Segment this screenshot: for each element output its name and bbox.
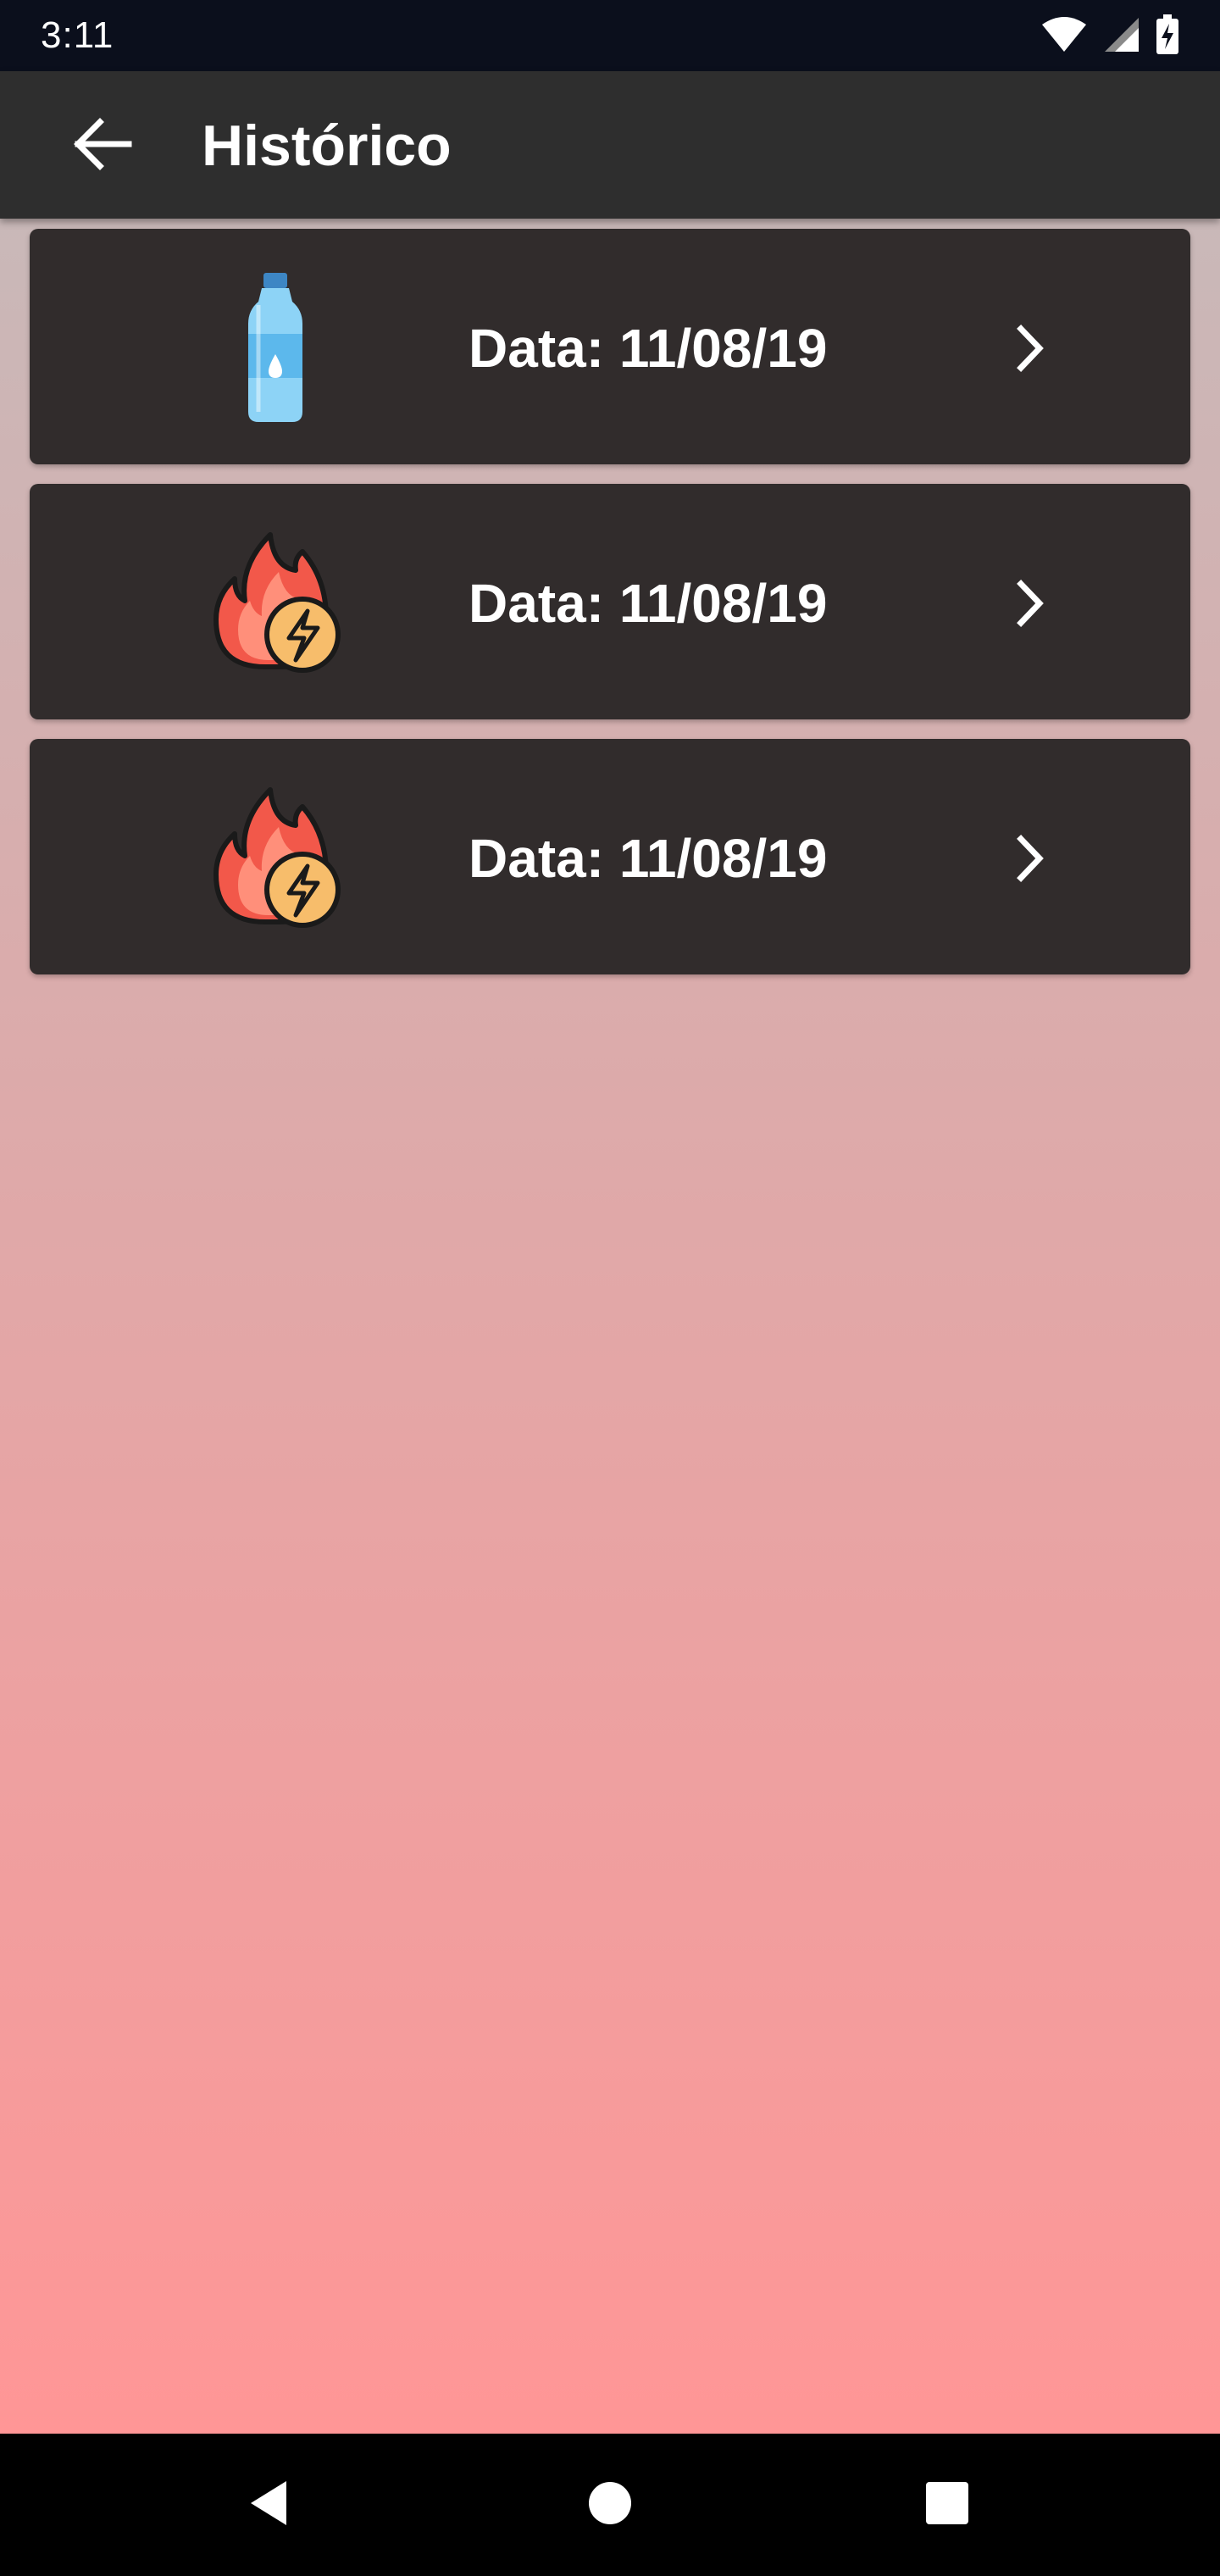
nav-back-button[interactable] bbox=[229, 2462, 313, 2547]
chevron-right-icon bbox=[1004, 572, 1058, 635]
nav-back-icon bbox=[246, 2478, 297, 2533]
nav-home-button[interactable] bbox=[568, 2462, 652, 2547]
history-list: Data: 11/08/19 Data: 11/08/19 Data: 11/0… bbox=[0, 219, 1220, 2434]
navigation-bar bbox=[0, 2434, 1220, 2576]
history-item-calories[interactable]: Data: 11/08/19 bbox=[30, 484, 1190, 719]
signal-icon bbox=[1103, 16, 1140, 58]
water-bottle-icon bbox=[191, 263, 360, 432]
history-item-date: Data: 11/08/19 bbox=[469, 573, 828, 634]
page-title: Histórico bbox=[202, 114, 452, 178]
battery-charging-icon bbox=[1156, 14, 1179, 59]
history-item-water[interactable]: Data: 11/08/19 bbox=[30, 229, 1190, 464]
nav-recents-icon bbox=[924, 2480, 970, 2530]
status-icons bbox=[1040, 14, 1179, 59]
calorie-fire-icon bbox=[191, 518, 360, 687]
chevron-right-icon bbox=[1004, 317, 1058, 380]
wifi-icon bbox=[1040, 16, 1088, 58]
app-bar: Histórico bbox=[0, 71, 1220, 219]
history-item-date: Data: 11/08/19 bbox=[469, 318, 828, 379]
history-item-calories[interactable]: Data: 11/08/19 bbox=[30, 739, 1190, 974]
back-button[interactable] bbox=[61, 114, 142, 178]
chevron-right-icon bbox=[1004, 827, 1058, 890]
nav-recents-button[interactable] bbox=[905, 2462, 990, 2547]
status-bar: 3:11 bbox=[0, 0, 1220, 71]
status-time: 3:11 bbox=[41, 14, 114, 56]
history-item-date: Data: 11/08/19 bbox=[469, 828, 828, 889]
calorie-fire-icon bbox=[191, 773, 360, 942]
arrow-left-icon bbox=[71, 117, 132, 175]
nav-home-icon bbox=[586, 2479, 634, 2531]
